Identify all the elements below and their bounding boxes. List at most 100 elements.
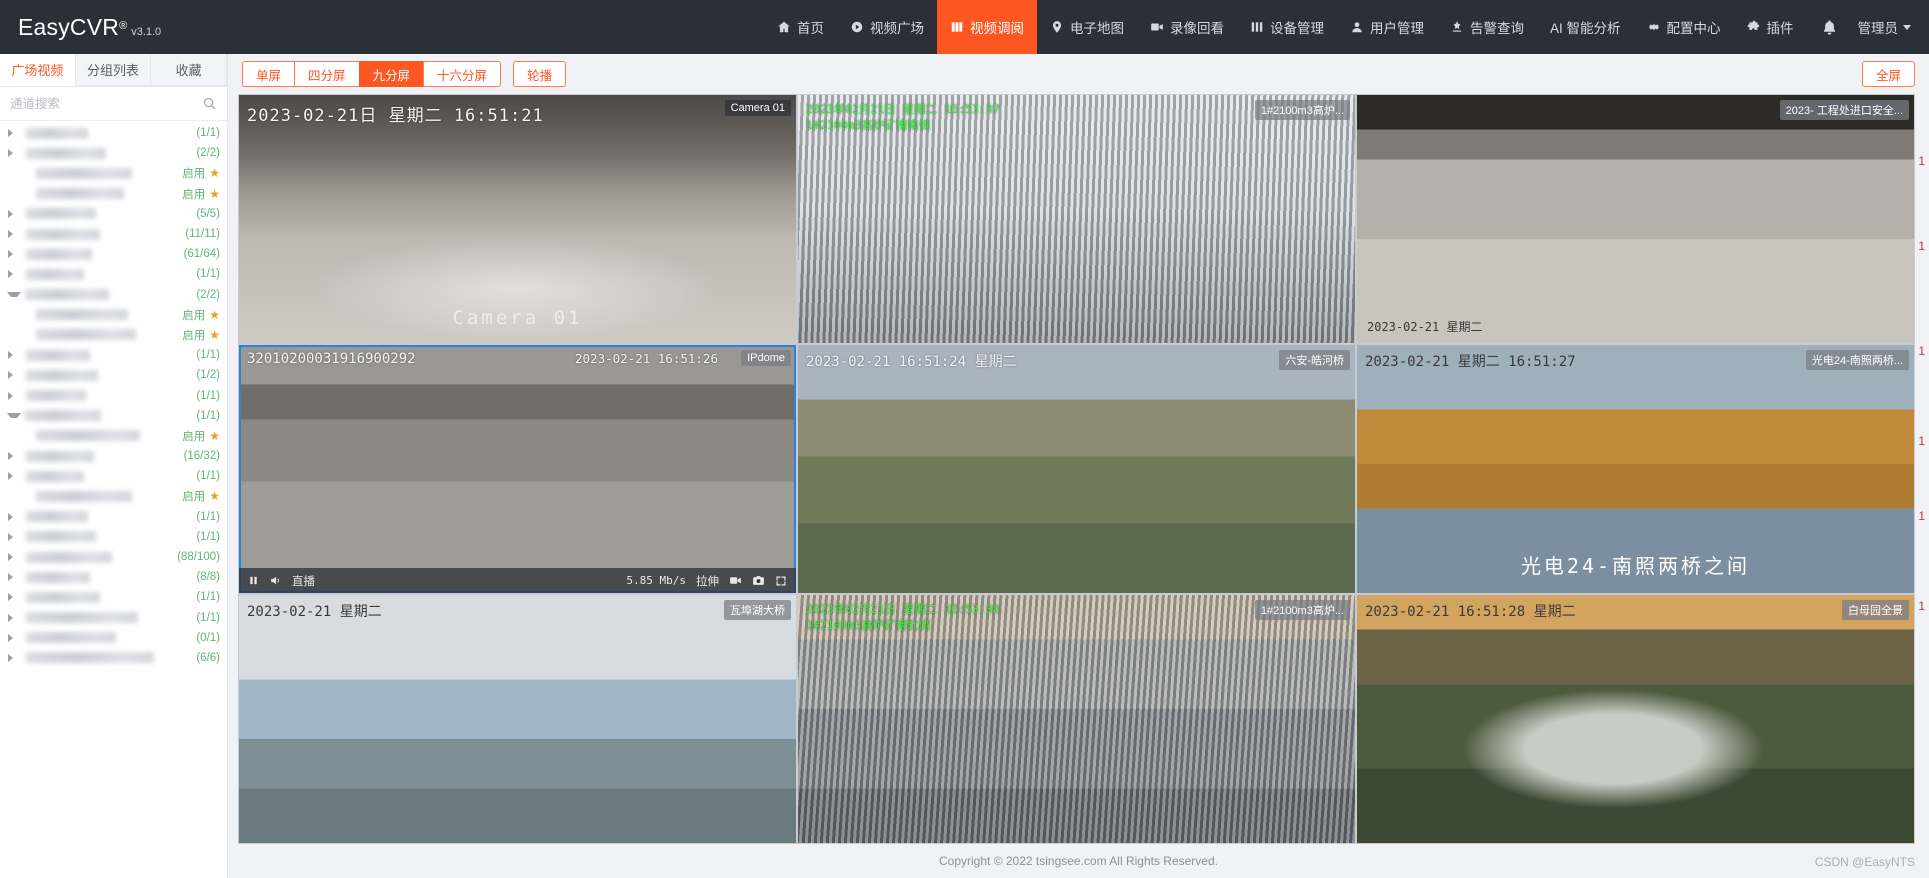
sidebar-tab-0[interactable]: 广场视频 [0, 54, 76, 86]
layout-button-3[interactable]: 十六分屏 [423, 61, 501, 87]
video-cell-1[interactable]: 2023年02月21日 星期二 16:53:371#2100m3高炉矿槽南侧1#… [798, 95, 1355, 343]
video-cell-4[interactable]: 2023-02-21 16:51:24 星期二六安-皓河桥 [798, 345, 1355, 593]
tree-item[interactable]: (2/2) [0, 285, 227, 305]
sidebar-tab-2[interactable]: 收藏 [151, 54, 227, 86]
nav-item-4[interactable]: 录像回看 [1137, 0, 1237, 54]
tree-item[interactable]: (1/2) [0, 365, 227, 385]
chevron-right-icon[interactable] [8, 270, 22, 278]
fullscreen-button[interactable] [775, 575, 787, 587]
nav-item-1[interactable]: 视频广场 [837, 0, 937, 54]
nav-item-label: 电子地图 [1070, 17, 1124, 37]
favorite-star-icon[interactable]: ★ [209, 187, 220, 201]
nav-item-6[interactable]: 用户管理 [1337, 0, 1437, 54]
layout-button-2[interactable]: 九分屏 [359, 61, 424, 87]
video-cell-3[interactable]: 320102000319169002922023-02-21 16:51:26I… [239, 345, 796, 593]
chevron-right-icon[interactable] [8, 614, 22, 622]
search-icon[interactable] [202, 96, 217, 111]
tree-item[interactable]: (8/8) [0, 567, 227, 587]
nav-item-3[interactable]: 电子地图 [1037, 0, 1137, 54]
video-cell-7[interactable]: 2023年02月21日 星期二 16:53:381#2100m3高炉矿槽北侧1#… [798, 595, 1355, 843]
fullscreen-button[interactable]: 全屏 [1862, 61, 1915, 87]
chevron-right-icon[interactable] [8, 452, 22, 460]
favorite-star-icon[interactable]: ★ [209, 328, 220, 342]
nav-item-10[interactable]: 插件 [1734, 0, 1807, 54]
tree-item[interactable]: 启用★ [0, 184, 227, 204]
favorite-star-icon[interactable]: ★ [209, 489, 220, 503]
chevron-right-icon[interactable] [8, 593, 22, 601]
tree-item[interactable]: (1/1) [0, 608, 227, 628]
nav-item-9[interactable]: 配置中心 [1634, 0, 1734, 54]
favorite-star-icon[interactable]: ★ [209, 429, 220, 443]
stretch-mode-button[interactable]: 拉伸 [696, 573, 719, 589]
tree-item[interactable]: (6/6) [0, 648, 227, 668]
chevron-right-icon[interactable] [8, 553, 22, 561]
nav-item-2[interactable]: 视频调阅 [937, 0, 1037, 54]
tree-leaf-spacer [18, 166, 32, 180]
tree-item[interactable]: 启用★ [0, 426, 227, 446]
play-pause-button[interactable] [248, 575, 259, 586]
nav-item-5[interactable]: 设备管理 [1237, 0, 1337, 54]
user-menu[interactable]: 管理员 [1852, 17, 1929, 37]
tree-item[interactable]: (1/1) [0, 587, 227, 607]
chevron-right-icon[interactable] [8, 230, 22, 238]
tree-item[interactable]: (2/2) [0, 143, 227, 163]
tree-item[interactable]: 启用★ [0, 486, 227, 506]
tree-item[interactable]: (1/1) [0, 264, 227, 284]
layout-button-0[interactable]: 单屏 [242, 61, 294, 87]
tree-item[interactable]: 启用★ [0, 163, 227, 183]
layout-button-1[interactable]: 四分屏 [294, 61, 359, 87]
channel-search-box[interactable] [0, 87, 227, 121]
chevron-right-icon[interactable] [8, 129, 22, 137]
channel-tree[interactable]: (1/1)(2/2)启用★启用★(5/5)(11/11)(61/64)(1/1)… [0, 121, 227, 878]
tree-item[interactable]: (88/100) [0, 547, 227, 567]
channel-name-tag: 光电24-南照两桥... [1806, 350, 1909, 370]
chevron-right-icon[interactable] [8, 149, 22, 157]
tree-leaf-spacer [18, 429, 32, 443]
chevron-right-icon[interactable] [8, 634, 22, 642]
tree-item[interactable]: (1/1) [0, 123, 227, 143]
carousel-button[interactable]: 轮播 [513, 61, 566, 87]
tree-item[interactable]: (0/1) [0, 628, 227, 648]
nav-item-8[interactable]: AI 智能分析 [1537, 0, 1634, 54]
chevron-right-icon[interactable] [8, 210, 22, 218]
tree-item[interactable]: 启用★ [0, 325, 227, 345]
chevron-down-icon[interactable] [7, 413, 21, 418]
tree-item[interactable]: 启用★ [0, 305, 227, 325]
chevron-down-icon[interactable] [7, 292, 21, 297]
chevron-right-icon[interactable] [8, 250, 22, 258]
tree-item[interactable]: (1/1) [0, 406, 227, 426]
tree-item[interactable]: (5/5) [0, 204, 227, 224]
tree-item[interactable]: (1/1) [0, 507, 227, 527]
record-button[interactable] [729, 574, 742, 587]
sidebar-tab-1[interactable]: 分组列表 [76, 54, 152, 86]
chevron-right-icon[interactable] [8, 392, 22, 400]
video-cell-8[interactable]: 2023-02-21 16:51:28 星期二白母园全景 [1357, 595, 1914, 843]
search-input[interactable] [10, 97, 196, 111]
tree-item[interactable]: (1/1) [0, 385, 227, 405]
video-cell-6[interactable]: 2023-02-21 星期二瓦埠湖大桥 [239, 595, 796, 843]
chevron-right-icon[interactable] [8, 654, 22, 662]
chevron-right-icon[interactable] [8, 533, 22, 541]
video-cell-2[interactable]: 2023-02-21 星期二2023- 工程处进口安全... [1357, 95, 1914, 343]
chevron-right-icon[interactable] [8, 573, 22, 581]
video-cell-0[interactable]: 2023-02-21日 星期二 16:51:21Camera 01Camera … [239, 95, 796, 343]
volume-button[interactable] [269, 574, 282, 587]
chevron-right-icon[interactable] [8, 351, 22, 359]
chevron-right-icon[interactable] [8, 513, 22, 521]
chevron-right-icon[interactable] [8, 472, 22, 480]
chevron-right-icon[interactable] [8, 371, 22, 379]
tree-item[interactable]: (1/1) [0, 527, 227, 547]
nav-item-7[interactable]: 告警查询 [1437, 0, 1537, 54]
favorite-star-icon[interactable]: ★ [209, 308, 220, 322]
tree-item[interactable]: (11/11) [0, 224, 227, 244]
notifications-bell-icon[interactable] [1807, 19, 1852, 36]
snapshot-button[interactable] [752, 574, 765, 587]
tree-item[interactable]: (1/1) [0, 466, 227, 486]
favorite-star-icon[interactable]: ★ [209, 166, 220, 180]
tree-item[interactable]: (16/32) [0, 446, 227, 466]
tree-item[interactable]: (61/64) [0, 244, 227, 264]
video-cell-5[interactable]: 2023-02-21 星期二 16:51:27光电24-南照两桥之间光电24-南… [1357, 345, 1914, 593]
nav-item-label: 设备管理 [1270, 17, 1324, 37]
tree-item[interactable]: (1/1) [0, 345, 227, 365]
nav-item-0[interactable]: 首页 [764, 0, 837, 54]
